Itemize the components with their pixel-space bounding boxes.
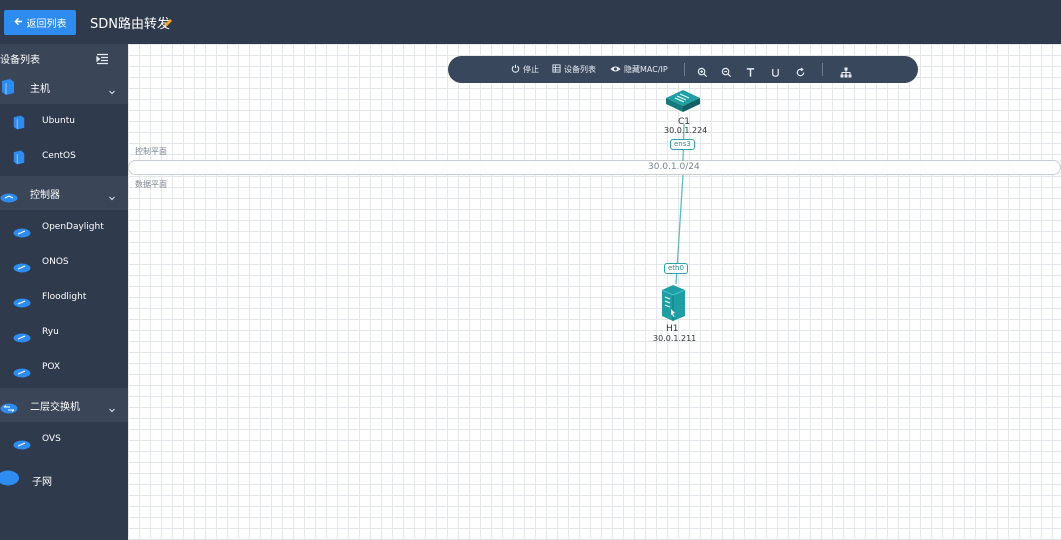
- sidebar-header: 设备列表: [0, 44, 128, 70]
- switch-icon: [12, 435, 32, 454]
- host-node-h1[interactable]: [659, 284, 687, 322]
- sidebar-item-pox[interactable]: POX: [0, 351, 128, 386]
- sidebar-item-opendaylight[interactable]: OpenDaylight: [0, 211, 128, 246]
- group-l2-switches[interactable]: 二层交换机: [0, 388, 128, 422]
- back-button-label: 返回列表: [26, 19, 67, 30]
- group-label: 控制器: [30, 190, 60, 201]
- device-sidebar: 设备列表 主机 Ubuntu CentOS 控制器 OpenDaylight O…: [0, 44, 128, 540]
- switch-icon: [0, 399, 18, 418]
- controller-ip: 30.0.1.224: [664, 126, 708, 135]
- sidebar-item-centos[interactable]: CentOS: [0, 140, 128, 175]
- sidebar-item-ubuntu[interactable]: Ubuntu: [0, 105, 128, 140]
- host-name: H1: [666, 324, 679, 334]
- sidebar-item-floodlight[interactable]: Floodlight: [0, 281, 128, 316]
- group-label: 主机: [30, 84, 50, 95]
- topology-links: [675, 123, 685, 285]
- pencil-icon[interactable]: [162, 14, 176, 28]
- group-hosts[interactable]: 主机: [0, 70, 128, 104]
- back-to-list-button[interactable]: 返回列表: [4, 10, 76, 35]
- sidebar-item-label: POX: [42, 362, 61, 372]
- host-ip: 30.0.1.211: [653, 334, 697, 343]
- topology-canvas[interactable]: 停止 设备列表 隐藏MAC/IP 控制平面 30.0.1.0/24 数据平面 C…: [128, 44, 1061, 540]
- sidebar-item-ovs[interactable]: OVS: [0, 423, 128, 458]
- router-icon: [12, 258, 32, 277]
- router-icon: [0, 188, 18, 207]
- sidebar-item-label: Ubuntu: [42, 116, 75, 126]
- controller-node-c1[interactable]: [664, 89, 704, 117]
- sidebar-item-onos[interactable]: ONOS: [0, 246, 128, 281]
- sidebar-item-label: OpenDaylight: [42, 222, 104, 232]
- menu-collapse-icon[interactable]: [96, 50, 110, 65]
- router-icon: [12, 363, 32, 382]
- sidebar-item-label: 子网: [32, 477, 52, 488]
- router-icon: [12, 328, 32, 347]
- port-label-eth0[interactable]: eth0: [664, 263, 688, 274]
- sidebar-item-subnet[interactable]: 子网: [0, 463, 128, 493]
- group-controllers[interactable]: 控制器: [0, 176, 128, 210]
- group-label: 二层交换机: [30, 402, 80, 413]
- router-icon: [12, 293, 32, 312]
- server-icon: [12, 149, 26, 170]
- port-label-ens3[interactable]: ens3: [670, 139, 695, 150]
- sidebar-item-label: Floodlight: [42, 292, 87, 302]
- router-icon: [12, 223, 32, 242]
- sidebar-item-label: OVS: [42, 434, 61, 444]
- cloud-icon: [0, 470, 20, 490]
- chevron-down-icon: [108, 399, 116, 413]
- sidebar-item-ryu[interactable]: Ryu: [0, 316, 128, 351]
- top-bar: 返回列表 SDN路由转发: [0, 0, 1061, 44]
- server-icon: [0, 78, 16, 100]
- chevron-down-icon: [108, 187, 116, 201]
- sidebar-title: 设备列表: [0, 55, 40, 66]
- sidebar-item-label: ONOS: [42, 257, 69, 267]
- arrow-left-icon: [13, 17, 23, 29]
- sidebar-item-label: Ryu: [42, 327, 59, 337]
- chevron-down-icon: [108, 81, 116, 95]
- sidebar-item-label: CentOS: [42, 151, 76, 161]
- server-icon: [12, 114, 26, 135]
- page-title: SDN路由转发: [90, 17, 170, 32]
